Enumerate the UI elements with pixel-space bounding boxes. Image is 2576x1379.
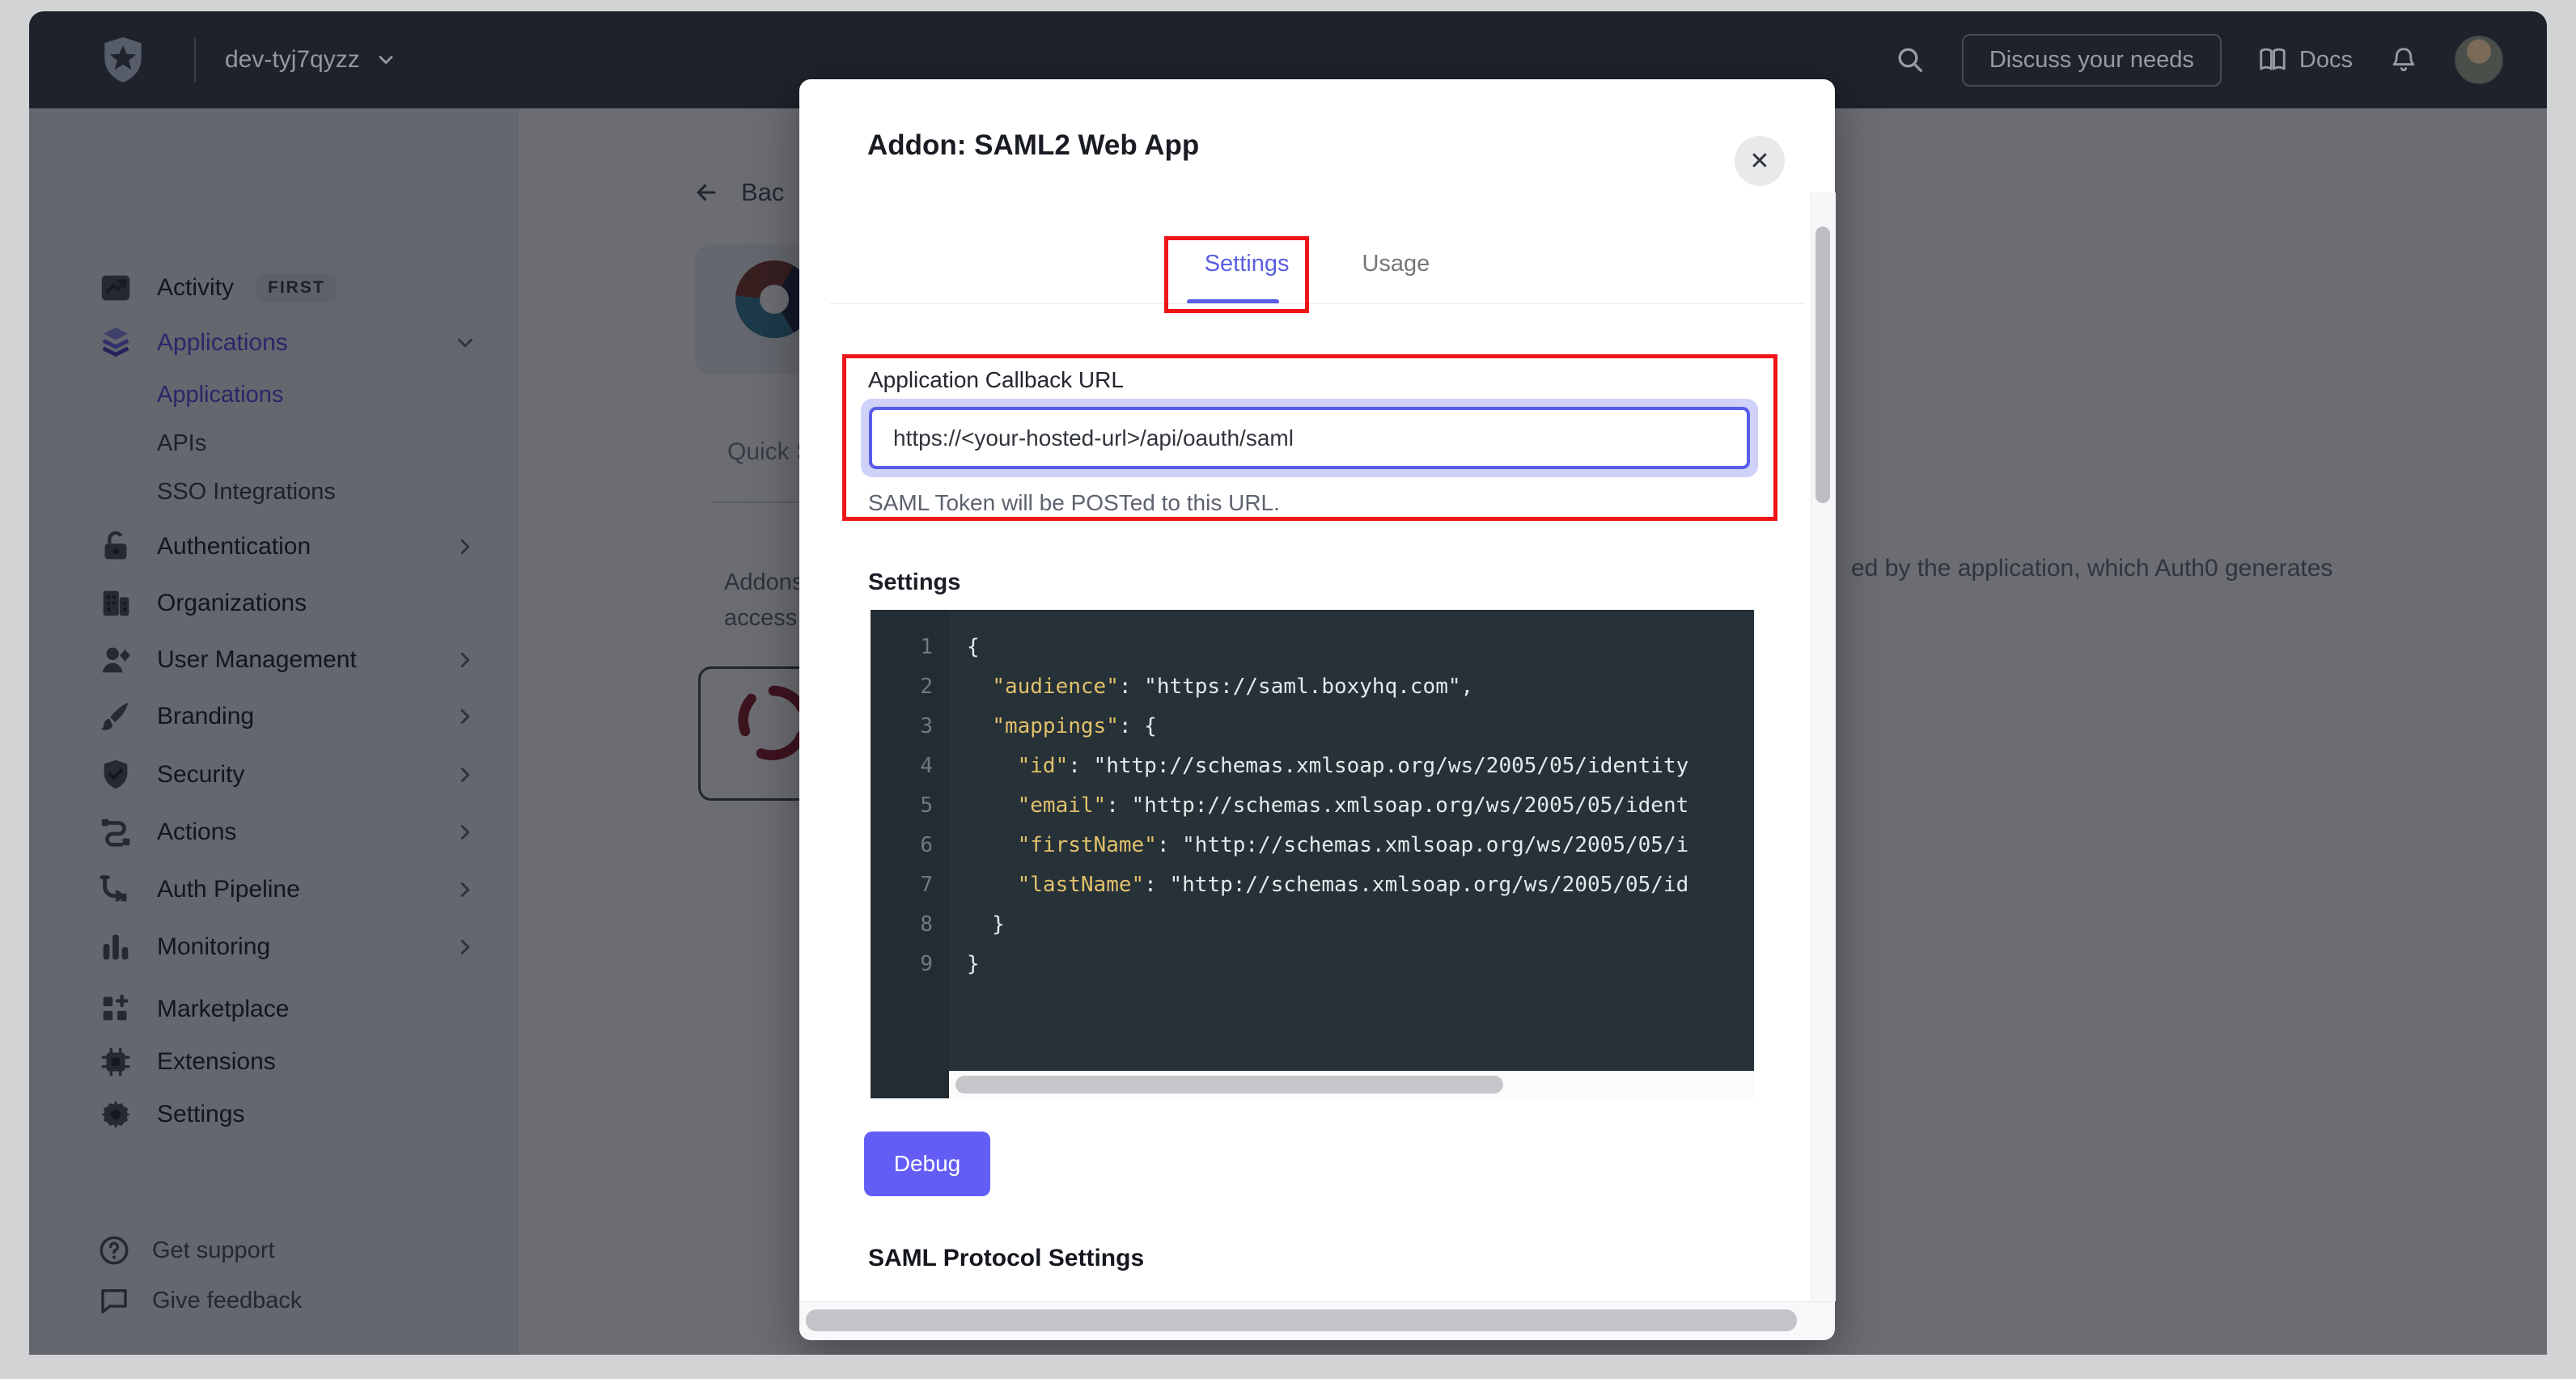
docs-link[interactable]: Docs [2257, 44, 2353, 75]
tab-usage[interactable]: Usage [1362, 251, 1430, 302]
app-viewport: dev-tyj7qyzz Discuss your needs Docs Act… [29, 11, 2547, 1355]
editor-horizontal-scrollbar[interactable] [949, 1071, 1754, 1098]
callback-helper-text: SAML Token will be POSTed to this URL. [868, 490, 1280, 516]
line-number: 7 [871, 865, 949, 905]
topbar-actions: Discuss your needs Docs [1894, 11, 2503, 108]
line-content: "mappings": { [949, 707, 1157, 747]
code-line-7: 7 "lastName": "http://schemas.xmlsoap.or… [871, 865, 1754, 905]
code-line-6: 6 "firstName": "http://schemas.xmlsoap.o… [871, 826, 1754, 865]
editor-hscroll-thumb[interactable] [955, 1076, 1503, 1093]
window-frame: dev-tyj7qyzz Discuss your needs Docs Act… [0, 0, 2576, 1379]
modal-horizontal-scrollbar[interactable] [799, 1301, 1835, 1340]
code-line-9: 9} [871, 945, 1754, 984]
tab-settings[interactable]: Settings [1205, 251, 1290, 302]
addon-saml2-modal: Addon: SAML2 Web App ✕ Settings Usage Ap… [799, 79, 1835, 1339]
close-button[interactable]: ✕ [1735, 136, 1785, 186]
modal-tabs: Settings Usage [799, 251, 1835, 302]
line-number: 4 [871, 747, 949, 786]
line-number: 1 [871, 628, 949, 667]
tabs-divider [830, 303, 1804, 304]
line-content: { [949, 628, 980, 667]
chevron-down-icon [375, 49, 397, 71]
line-content: } [949, 945, 980, 984]
modal-title: Addon: SAML2 Web App [867, 129, 1199, 162]
line-number: 6 [871, 826, 949, 865]
line-number: 9 [871, 945, 949, 984]
callback-url-input[interactable] [869, 407, 1750, 469]
saml-protocol-settings-heading: SAML Protocol Settings [868, 1245, 1144, 1272]
code-line-4: 4 "id": "http://schemas.xmlsoap.org/ws/2… [871, 747, 1754, 786]
bell-icon[interactable] [2388, 44, 2419, 75]
code-line-3: 3 "mappings": { [871, 707, 1754, 747]
line-number: 5 [871, 786, 949, 826]
modal-hscroll-thumb[interactable] [806, 1309, 1797, 1331]
code-line-2: 2 "audience": "https://saml.boxyhq.com", [871, 667, 1754, 707]
line-content: "audience": "https://saml.boxyhq.com", [949, 667, 1473, 707]
docs-label: Docs [2299, 47, 2353, 74]
auth0-logo-icon [97, 34, 149, 86]
book-icon [2257, 44, 2288, 75]
tenant-name: dev-tyj7qyzz [225, 46, 360, 74]
line-content: "lastName": "http://schemas.xmlsoap.org/… [949, 865, 1688, 905]
settings-section-label: Settings [868, 569, 960, 596]
discuss-needs-button[interactable]: Discuss your needs [1962, 34, 2222, 87]
editor-code-lines: 1{2 "audience": "https://saml.boxyhq.com… [871, 628, 1754, 984]
line-number: 2 [871, 667, 949, 707]
debug-button[interactable]: Debug [864, 1132, 990, 1196]
line-number: 8 [871, 905, 949, 945]
line-content: "email": "http://schemas.xmlsoap.org/ws/… [949, 786, 1688, 826]
close-icon: ✕ [1749, 147, 1769, 176]
tenant-switcher[interactable]: dev-tyj7qyzz [225, 11, 397, 108]
user-avatar[interactable] [2455, 36, 2503, 84]
code-line-1: 1{ [871, 628, 1754, 667]
settings-code-editor[interactable]: 1{2 "audience": "https://saml.boxyhq.com… [871, 610, 1754, 1098]
line-content: } [949, 905, 1005, 945]
line-content: "id": "http://schemas.xmlsoap.org/ws/200… [949, 747, 1688, 786]
modal-vertical-scrollbar[interactable] [1811, 192, 1836, 1301]
code-line-5: 5 "email": "http://schemas.xmlsoap.org/w… [871, 786, 1754, 826]
callback-url-label: Application Callback URL [868, 367, 1124, 393]
modal-vscroll-thumb[interactable] [1815, 226, 1830, 503]
line-number: 3 [871, 707, 949, 747]
search-icon[interactable] [1894, 44, 1926, 76]
code-line-8: 8 } [871, 905, 1754, 945]
topbar-divider [194, 37, 196, 82]
line-content: "firstName": "http://schemas.xmlsoap.org… [949, 826, 1688, 865]
